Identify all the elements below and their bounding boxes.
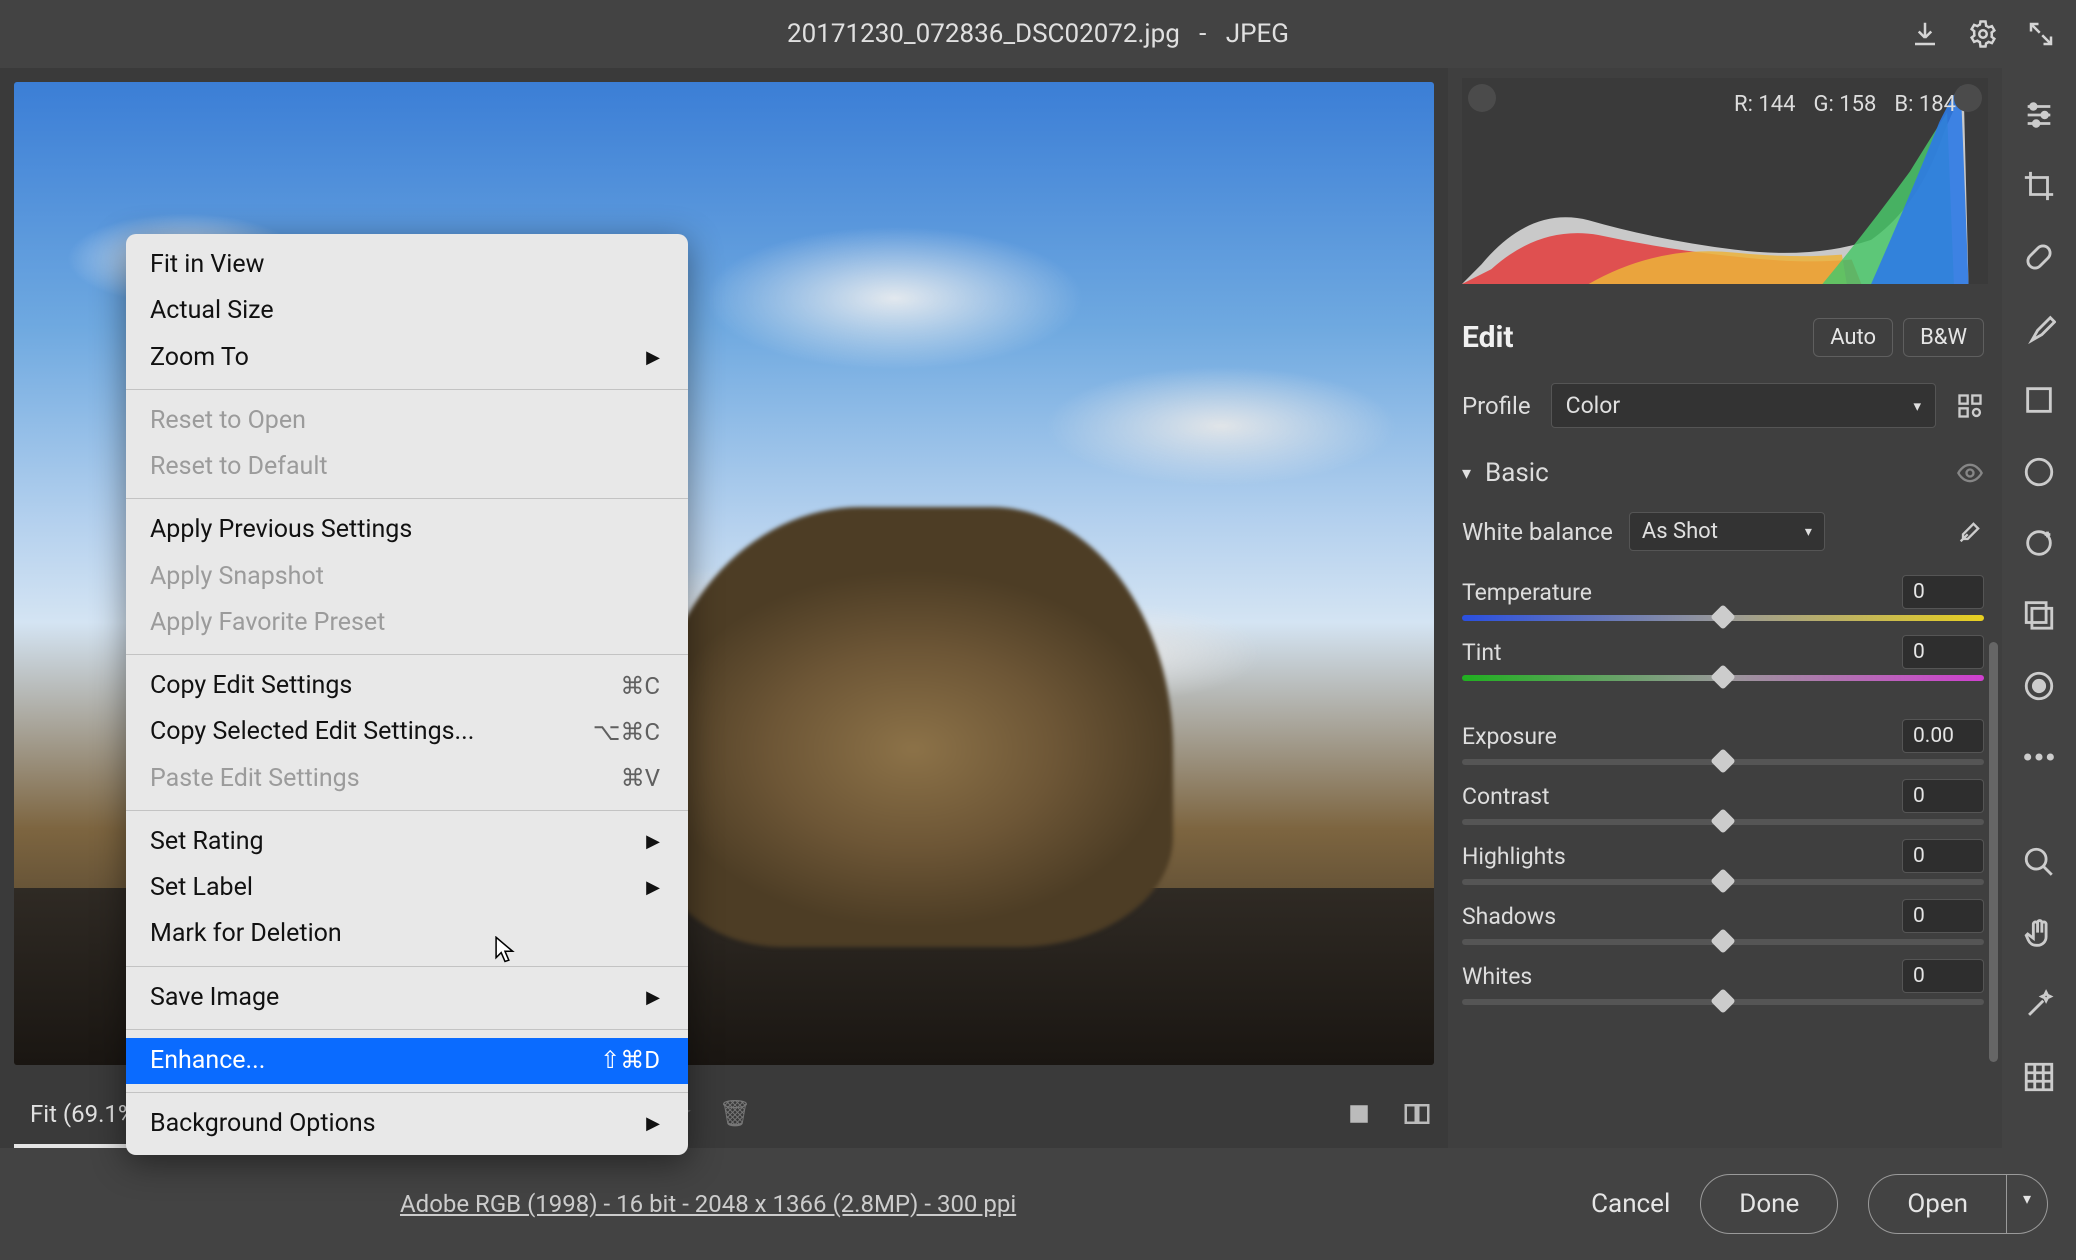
tint-value[interactable]: 0 [1902,635,1984,669]
radial-plus-icon[interactable] [2019,524,2059,561]
trash-icon[interactable]: 🗑 [719,1099,752,1129]
menu-apply-previous[interactable]: Apply Previous Settings [126,507,688,553]
filename: 20171230_072836_DSC02072.jpg [787,19,1180,49]
exposure-slider[interactable]: Exposure0.00 [1462,719,1984,765]
menu-actual-size[interactable]: Actual Size [126,288,688,334]
image-preview-area[interactable]: Fit in View Actual Size Zoom To▶ Reset t… [0,68,1448,1260]
whites-value[interactable]: 0 [1902,959,1984,993]
menu-separator [126,1092,688,1093]
chevron-right-icon: ▶ [646,875,660,901]
menu-copy-selected-edit[interactable]: Copy Selected Edit Settings...⌥⌘C [126,709,688,755]
title-text: 20171230_072836_DSC02072.jpg - JPEG [787,19,1289,49]
blacks-clip-icon[interactable] [1468,84,1496,112]
zoom-icon[interactable] [2019,844,2059,881]
whites-slider[interactable]: Whites0 [1462,959,1984,1005]
menu-separator [126,966,688,967]
menu-save-image[interactable]: Save Image▶ [126,975,688,1021]
single-view-icon[interactable] [1344,1099,1374,1129]
highlights-slider[interactable]: Highlights0 [1462,839,1984,885]
menu-apply-favorite-preset: Apply Favorite Preset [126,600,688,646]
more-icon[interactable] [2019,738,2059,775]
filter-stack-icon[interactable] [2019,382,2059,419]
menu-zoom-to[interactable]: Zoom To▶ [126,335,688,381]
gear-icon[interactable] [1968,19,1998,49]
edit-sliders-icon[interactable] [2019,96,2059,133]
chevron-down-icon: ▾ [1462,463,1471,484]
chevron-right-icon: ▶ [646,345,660,371]
radial-filter-icon[interactable] [2019,453,2059,490]
profile-label: Profile [1462,392,1531,420]
menu-separator [126,810,688,811]
temperature-slider[interactable]: Temperature0 [1462,575,1984,621]
menu-separator [126,498,688,499]
menu-separator [126,389,688,390]
download-icon[interactable] [1910,19,1940,49]
chevron-right-icon: ▶ [646,1111,660,1137]
menu-enhance[interactable]: Enhance...⇧⌘D [126,1038,688,1084]
chevron-right-icon: ▶ [646,985,660,1011]
temperature-value[interactable]: 0 [1902,575,1984,609]
contrast-slider[interactable]: Contrast0 [1462,779,1984,825]
menu-reset-to-open: Reset to Open [126,398,688,444]
menu-separator [126,1029,688,1030]
healing-icon[interactable] [2019,239,2059,276]
file-format: JPEG [1226,19,1289,49]
exposure-value[interactable]: 0.00 [1902,719,1984,753]
panel-scrollbar[interactable] [1989,642,1998,1062]
compare-view-icon[interactable] [1402,1099,1432,1129]
menu-mark-for-deletion[interactable]: Mark for Deletion [126,911,688,957]
tint-slider[interactable]: Tint0 [1462,635,1984,681]
menu-set-label[interactable]: Set Label▶ [126,865,688,911]
magic-wand-icon[interactable] [2019,987,2059,1024]
menu-apply-snapshot: Apply Snapshot [126,554,688,600]
menu-separator [126,654,688,655]
menu-fit-in-view[interactable]: Fit in View [126,242,688,288]
edit-title: Edit [1462,320,1514,355]
menu-set-rating[interactable]: Set Rating▶ [126,819,688,865]
titlebar: 20171230_072836_DSC02072.jpg - JPEG [0,0,2076,68]
menu-copy-edit[interactable]: Copy Edit Settings⌘C [126,663,688,709]
auto-button[interactable]: Auto [1813,318,1893,357]
menu-reset-to-default: Reset to Default [126,444,688,490]
done-button[interactable]: Done [1700,1174,1838,1234]
chevron-down-icon: ▾ [1805,524,1812,540]
highlights-value[interactable]: 0 [1902,839,1984,873]
whites-clip-icon[interactable] [1954,84,1982,112]
shadows-slider[interactable]: Shadows0 [1462,899,1984,945]
shadows-value[interactable]: 0 [1902,899,1984,933]
contrast-value[interactable]: 0 [1902,779,1984,813]
menu-paste-edit: Paste Edit Settings⌘V [126,756,688,802]
histogram[interactable]: R: 144 G: 158 B: 184 [1448,68,2002,290]
rgb-readout: R: 144 G: 158 B: 184 [1734,92,1956,117]
white-balance-select[interactable]: As Shot ▾ [1629,512,1825,551]
image-metadata[interactable]: Adobe RGB (1998) - 16 bit - 2048 x 1366 … [400,1190,1016,1218]
context-menu: Fit in View Actual Size Zoom To▶ Reset t… [126,234,688,1155]
chevron-down-icon: ▾ [1913,397,1921,415]
eye-icon[interactable] [1956,459,1984,487]
brush-icon[interactable] [2019,310,2059,347]
tool-strip [2002,68,2076,1260]
profile-select[interactable]: Color ▾ [1551,383,1936,428]
presets-icon[interactable] [2019,596,2059,633]
basic-section-toggle[interactable]: ▾ Basic [1462,458,1549,488]
open-dropdown[interactable]: ▾ [2007,1174,2048,1234]
red-eye-icon[interactable] [2019,667,2059,704]
bw-button[interactable]: B&W [1903,318,1984,357]
open-button[interactable]: Open [1868,1174,2007,1234]
grid-icon[interactable] [2019,1058,2059,1095]
menu-background-options[interactable]: Background Options▶ [126,1101,688,1147]
footer: Adobe RGB (1998) - 16 bit - 2048 x 1366 … [0,1148,2076,1260]
profile-browser-icon[interactable] [1956,392,1984,420]
white-balance-label: White balance [1462,518,1613,546]
mouse-cursor-icon [494,936,516,964]
edit-controls: Edit Auto B&W Profile Color ▾ ▾ Basic [1448,290,2002,1260]
edit-panel: R: 144 G: 158 B: 184 Edit Auto B&W Profi… [1448,68,2002,1260]
fullscreen-icon[interactable] [2026,19,2056,49]
chevron-right-icon: ▶ [646,829,660,855]
eyedropper-icon[interactable] [1956,518,1984,546]
hand-icon[interactable] [2019,915,2059,952]
crop-icon[interactable] [2019,167,2059,204]
cancel-button[interactable]: Cancel [1591,1189,1670,1219]
